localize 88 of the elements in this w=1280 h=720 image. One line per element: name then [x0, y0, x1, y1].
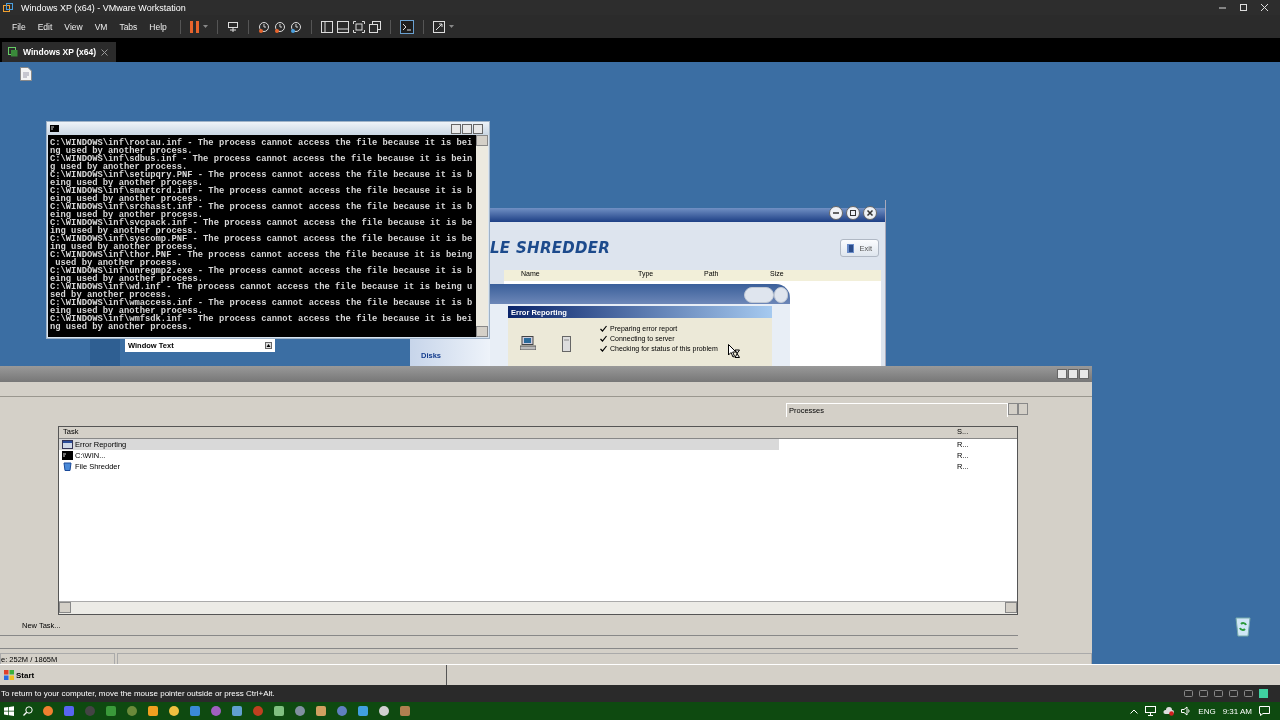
menu-item[interactable]: Edit: [33, 19, 57, 34]
server-icon: [562, 336, 571, 352]
console-line: eing used by another process.: [50, 195, 205, 203]
windows-stack-icon[interactable]: [368, 20, 381, 33]
clock-icon[interactable]: [257, 20, 270, 33]
search-icon[interactable]: [23, 706, 33, 716]
pause-icon[interactable]: [189, 20, 199, 33]
console-line: sed by another process.: [50, 291, 172, 299]
volume-icon[interactable]: [1181, 706, 1192, 716]
close-icon[interactable]: [101, 48, 108, 56]
chevron-up-icon[interactable]: [1130, 708, 1139, 714]
dropdown-caret-icon[interactable]: [448, 25, 454, 28]
console-icon: [50, 125, 59, 132]
console-line: C:\WINDOWS\inf\sdbus.inf - The process cannot access the file because it is bein: [50, 155, 474, 163]
menu-item[interactable]: VM: [90, 19, 112, 34]
panel-icon[interactable]: [336, 20, 349, 33]
console-line: C:\WINDOWS\inf\wmfsdk.inf - The process cannot access the file because it is bei: [50, 315, 474, 323]
console-line: used by another process.: [55, 259, 182, 267]
minimize-icon[interactable]: [1219, 4, 1226, 11]
status-message: To return to your computer, move the mouse pointer outside or press Ctrl+Alt.: [1, 689, 275, 698]
menu-item[interactable]: Tabs: [115, 19, 142, 34]
maximize-icon[interactable]: [1240, 4, 1247, 11]
app-logo-icon: [3, 2, 13, 13]
clock-icon[interactable]: [273, 20, 286, 33]
busy-cursor-icon: [728, 344, 740, 358]
language-indicator[interactable]: ENG: [1198, 706, 1216, 716]
console-line: C:\WINDOWS\inf\rootau.inf - The process cannot access the file because it is bei: [50, 139, 474, 147]
windows-logo-icon[interactable]: [4, 706, 14, 716]
recycle-bin-icon[interactable]: [1233, 615, 1253, 637]
keyboard-send-icon[interactable]: [226, 20, 239, 33]
cloud-error-icon[interactable]: [1163, 706, 1175, 716]
taskbar-app-icon[interactable]: [399, 705, 411, 717]
dropdown-caret-icon[interactable]: [202, 25, 208, 28]
window-edge: [90, 339, 120, 366]
fullscreen-icon[interactable]: [352, 20, 365, 33]
taskbar-app-icon[interactable]: [189, 705, 201, 717]
windows-flag-icon: [4, 670, 14, 680]
scrollbar[interactable]: [476, 135, 488, 337]
stretch-icon[interactable]: [432, 20, 445, 33]
window-icon: [62, 440, 73, 450]
console-line: C:\WINDOWS\inf\unregmp2.exe - The process cannot access the file because it is b: [50, 267, 474, 275]
scrollbar[interactable]: [59, 600, 1017, 614]
taskbar-app-icon[interactable]: [378, 705, 390, 717]
console-line: ing used by another process.: [50, 243, 198, 251]
console-line: C:\WINDOWS\inf\wmaccess.inf - The process cannot access the file because it is b: [50, 299, 474, 307]
console-line: eing used by another process.: [50, 275, 205, 283]
taskbar-app-icon[interactable]: [315, 705, 327, 717]
clock-icon[interactable]: [289, 20, 302, 33]
clock[interactable]: 9:31 AM: [1222, 706, 1252, 716]
console-line: C:\WINDOWS\inf\srchasst.inf - The process cannot access the file because it is b: [50, 203, 474, 211]
console-line: C:\WINDOWS\inf\thor.PNF - The process cannot access the file because it is being: [50, 251, 474, 259]
console-line: ng used by another process.: [50, 147, 193, 155]
console-line: eing used by another process.: [50, 307, 204, 315]
vm-icon: [8, 47, 18, 57]
menu-item[interactable]: Help: [145, 19, 171, 34]
taskbar-app-icon[interactable]: [294, 705, 306, 717]
console-line: C:\WINDOWS\inf\smartcrd.inf - The process cannot access the file because it is b: [50, 187, 474, 195]
console-icon: [62, 451, 73, 461]
vm-tab[interactable]: Windows XP (x64): [2, 42, 116, 62]
menu-item[interactable]: File: [8, 19, 30, 34]
tab-label: Windows XP (x64): [23, 47, 96, 57]
taskbar-app-icon[interactable]: [147, 705, 159, 717]
console-line: C:\WINDOWS\inf\setupqry.PNF - The process cannot access the file because it is b: [50, 171, 474, 179]
terminal-icon[interactable]: [399, 19, 414, 34]
console-line: C:\WINDOWS\inf\syscomp.PNF - The process cannot access the file because it is be: [50, 235, 474, 243]
console-line: eing used by another process.: [50, 211, 204, 219]
taskbar-app-icon[interactable]: [105, 705, 117, 717]
taskbar-app-icon[interactable]: [231, 705, 243, 717]
network-icon[interactable]: [1145, 706, 1157, 716]
console-line: ing used by another process.: [50, 227, 199, 235]
taskbar-app-icon[interactable]: [42, 705, 54, 717]
console-line: g used by another process.: [50, 163, 188, 171]
taskbar-app-icon[interactable]: [168, 705, 180, 717]
menu-item[interactable]: View: [60, 19, 87, 34]
taskbar-app-icon[interactable]: [273, 705, 285, 717]
console-line: C:\WINDOWS\inf\wd.inf - The process cannot access the file because it is being u: [50, 283, 474, 291]
computer-icon: [520, 336, 536, 350]
console-line: C:\WINDOWS\inf\svcpack.inf - The process cannot access the file because it is be: [50, 219, 474, 227]
taskbar-app-icon[interactable]: [357, 705, 369, 717]
console-line: ng used by another process.: [50, 323, 194, 331]
window-title: Windows XP (x64) - VMware Workstation: [21, 2, 187, 13]
sidebar-icon[interactable]: [320, 20, 333, 33]
console-line: eing used by another process.: [50, 179, 205, 187]
app-logo: LE SHREDDER: [490, 239, 611, 257]
notification-icon[interactable]: [1259, 706, 1270, 716]
app-icon: [62, 462, 73, 472]
collapse-icon[interactable]: [265, 342, 272, 349]
file-icon[interactable]: [20, 67, 32, 81]
